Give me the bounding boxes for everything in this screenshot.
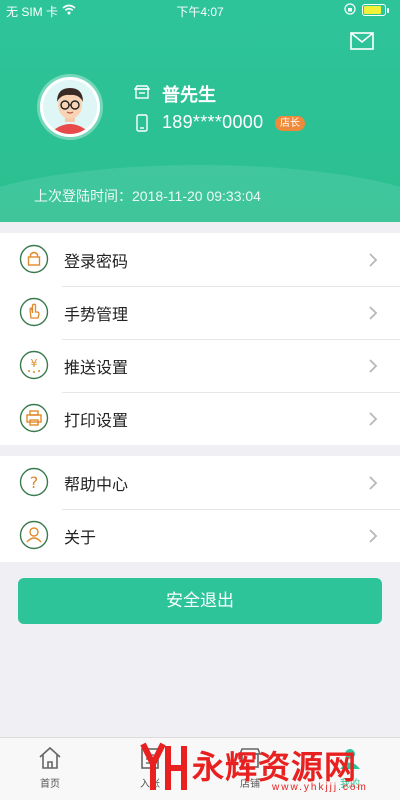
settings-menu-group: 登录密码 手势管理 ¥ 推送设置 打印设置: [0, 233, 400, 445]
tab-home[interactable]: 首页: [0, 738, 100, 800]
last-login-time: 上次登陆时间：2018-11-20 09:33:04: [34, 188, 261, 204]
support-menu-group: ? 帮助中心 关于: [0, 456, 400, 562]
menu-item-about[interactable]: 关于: [0, 509, 400, 562]
chevron-right-icon: [369, 306, 378, 320]
store-name-icon: [134, 85, 150, 99]
menu-item-label: 手势管理: [64, 307, 129, 324]
battery-icon: [362, 4, 389, 16]
user-name: 普先生: [162, 85, 216, 105]
about-icon: [19, 520, 49, 550]
role-badge: 店长: [275, 116, 305, 131]
svg-text:¥: ¥: [31, 357, 38, 370]
chevron-right-icon: [369, 359, 378, 373]
profile-header: 无 SIM 卡 下午4:07 普先生 189****0000 店长 上次登陆时间…: [0, 0, 400, 222]
avatar[interactable]: [40, 77, 100, 137]
push-icon: ¥: [19, 350, 49, 380]
svg-text:?: ?: [30, 473, 39, 492]
mail-icon[interactable]: [350, 32, 374, 50]
printer-icon: [19, 403, 49, 433]
menu-item-help-center[interactable]: ? 帮助中心: [0, 456, 400, 509]
menu-item-label: 关于: [64, 530, 97, 547]
logout-button[interactable]: 安全退出: [18, 578, 382, 624]
menu-item-label: 登录密码: [64, 254, 129, 271]
lock-icon: [19, 244, 49, 274]
avatar-illustration-icon: [43, 80, 97, 134]
rotation-lock-icon: [344, 3, 356, 15]
menu-item-label: 推送设置: [64, 360, 129, 377]
chevron-right-icon: [369, 412, 378, 426]
gesture-icon: [19, 297, 49, 327]
status-bar: 无 SIM 卡 下午4:07: [0, 0, 400, 20]
clock-label: 下午4:07: [176, 5, 224, 19]
watermark-logo-icon: [140, 742, 187, 790]
user-phone: 189****0000: [162, 112, 264, 132]
chevron-right-icon: [369, 253, 378, 267]
home-icon: [39, 746, 61, 769]
menu-item-login-password[interactable]: 登录密码: [0, 233, 400, 286]
menu-item-label: 帮助中心: [64, 477, 129, 494]
menu-item-label: 打印设置: [64, 413, 129, 430]
menu-item-gesture[interactable]: 手势管理: [0, 286, 400, 339]
help-icon: ?: [19, 467, 49, 497]
menu-item-print-settings[interactable]: 打印设置: [0, 392, 400, 445]
phone-icon: [136, 114, 148, 132]
watermark: 永辉资源网 www.yhkjjj.com: [140, 738, 376, 800]
watermark-url: www.yhkjjj.com: [272, 782, 368, 793]
chevron-right-icon: [369, 529, 378, 543]
chevron-right-icon: [369, 476, 378, 490]
menu-item-push-settings[interactable]: ¥ 推送设置: [0, 339, 400, 392]
tab-label: 首页: [40, 779, 60, 790]
